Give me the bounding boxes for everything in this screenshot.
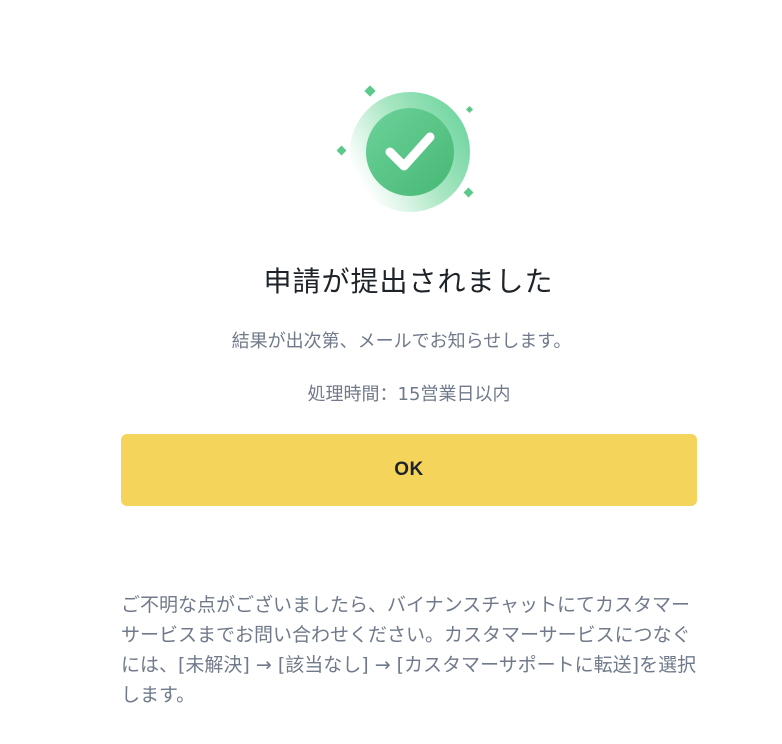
success-check-icon	[336, 85, 474, 212]
ok-button[interactable]: OK	[121, 434, 697, 506]
help-text: ご不明な点がございましたら、バイナンスチャットにてカスタマーサービスまでお問い合…	[121, 594, 697, 706]
processing-time: 処理時間：15営業日以内	[307, 384, 511, 405]
dialog-subtitle: 結果が出次第、メールでお知らせします。	[231, 331, 572, 352]
dialog-title: 申請が提出されました	[263, 265, 554, 298]
